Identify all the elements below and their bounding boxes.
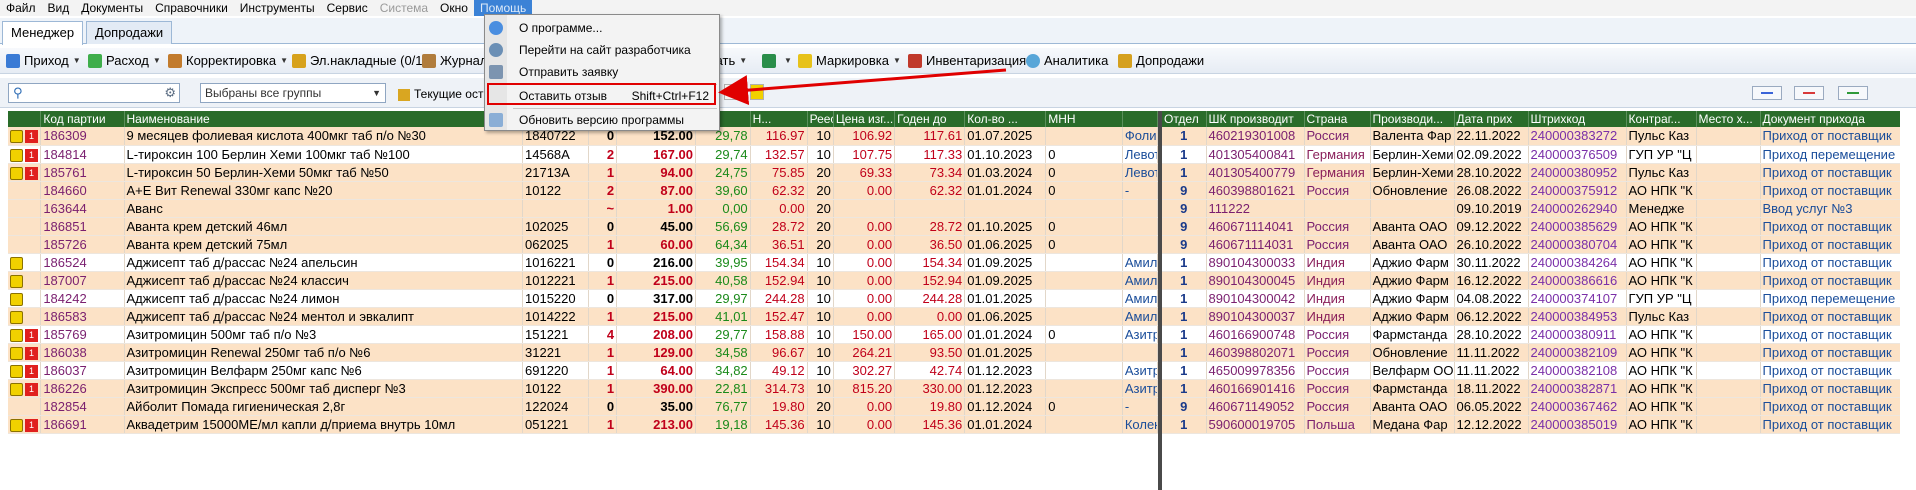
annotation-arrow <box>718 68 1007 106</box>
